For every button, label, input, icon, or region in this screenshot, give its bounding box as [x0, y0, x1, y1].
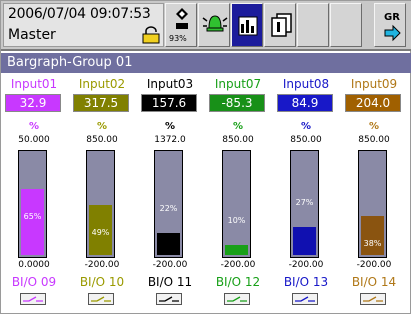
blank-button-2[interactable]	[330, 3, 362, 47]
bar-frame: 49%	[86, 150, 115, 258]
display-mode-icon	[238, 16, 258, 36]
status-bar: 2006/07/04 09:07:53 Master 93% GR	[1, 1, 411, 51]
date-text: 2006/07/04	[8, 6, 86, 22]
bio-label[interactable]: BI/O 14	[343, 275, 405, 289]
bar-frame: 27%	[290, 150, 319, 258]
channel-value: -85.3	[209, 94, 265, 112]
bar-percent: 27%	[295, 198, 314, 207]
bar-percent: 38%	[363, 239, 382, 248]
channel-value: 317.5	[73, 94, 129, 112]
channel-unit: %	[96, 121, 108, 132]
copy-button[interactable]	[264, 3, 296, 47]
relay-switch-icon	[88, 293, 114, 305]
channel-3[interactable]: Input03 157.6% 1372.0 22% -200.00 BI/O 11	[139, 77, 201, 309]
bio-label[interactable]: BI/O 13	[275, 275, 337, 289]
recorder-screen: 2006/07/04 09:07:53 Master 93% GR Bargra…	[0, 0, 411, 314]
bar-percent: 22%	[159, 204, 178, 213]
display-mode-button[interactable]	[231, 3, 263, 47]
channel-name: Input08	[282, 77, 330, 91]
bar-frame: 10%	[222, 150, 251, 258]
channel-name: Input01	[10, 77, 58, 91]
alarm-bell-icon	[202, 15, 228, 32]
scale-top: 850.00	[222, 135, 254, 145]
bar-frame: 22%	[154, 150, 183, 258]
channel-value: 204.0	[345, 94, 401, 112]
relay-switch-icon	[224, 293, 250, 305]
bio-label[interactable]: BI/O 11	[139, 275, 201, 289]
channel-value: 32.9	[5, 94, 61, 112]
scale-bottom: -200.00	[288, 260, 324, 270]
bio-label[interactable]: BI/O 10	[71, 275, 133, 289]
scale-top: 50.000	[18, 135, 50, 145]
scale-bottom: 0.0000	[18, 260, 50, 270]
scale-top: 850.00	[358, 135, 390, 145]
memory-card-icon	[176, 8, 188, 29]
relay-switch-icon	[20, 293, 46, 305]
channel-name: Input03	[146, 77, 194, 91]
datetime-panel: 2006/07/04 09:07:53 Master	[3, 3, 164, 47]
bio-label[interactable]: BI/O 09	[3, 275, 65, 289]
scale-bottom: -200.00	[84, 260, 120, 270]
bar-fill	[293, 227, 316, 255]
channel-value: 157.6	[141, 94, 197, 112]
channel-value: 84.9	[277, 94, 333, 112]
bar-percent: 10%	[227, 216, 246, 225]
bar-fill	[21, 189, 44, 255]
channel-unit: %	[368, 121, 380, 132]
user-name: Master	[8, 27, 56, 43]
relay-switch-icon	[292, 293, 318, 305]
scale-bottom: -200.00	[356, 260, 392, 270]
channel-unit: %	[28, 121, 40, 132]
blank-button-1[interactable]	[297, 3, 329, 47]
bar-fill	[157, 233, 180, 255]
memory-button[interactable]: 93%	[165, 3, 197, 47]
relay-switch-icon	[156, 293, 182, 305]
alarm-button[interactable]	[198, 3, 230, 47]
gr-switch-icon	[384, 24, 401, 42]
bar-fill	[361, 216, 384, 255]
time-text: 09:07:53	[90, 6, 151, 22]
channel-name: Input07	[214, 77, 262, 91]
channel-6[interactable]: Input09 204.0% 850.00 38% -200.00 BI/O 14	[343, 77, 405, 309]
channel-1[interactable]: Input01 32.9% 50.000 65% 0.0000 BI/O 09	[3, 77, 65, 309]
scale-bottom: -200.00	[152, 260, 188, 270]
memory-percent: 93%	[169, 34, 187, 43]
bar-percent: 49%	[91, 228, 110, 237]
bio-label[interactable]: BI/O 12	[207, 275, 269, 289]
channel-name: Input09	[350, 77, 398, 91]
copy-pages-icon	[271, 13, 292, 37]
relay-switch-icon	[360, 293, 386, 305]
bar-frame: 65%	[18, 150, 47, 258]
scale-top: 850.00	[86, 135, 118, 145]
channel-unit: %	[300, 121, 312, 132]
scale-top: 1372.0	[154, 135, 186, 145]
channel-5[interactable]: Input08 84.9% 850.00 27% -200.00 BI/O 13	[275, 77, 337, 309]
channel-4[interactable]: Input07 -85.3% 850.00 10% -200.00 BI/O 12	[207, 77, 269, 309]
group-title: Bargraph-Group 01	[1, 53, 411, 73]
bar-fill	[225, 245, 248, 255]
channel-unit: %	[232, 121, 244, 132]
bar-frame: 38%	[358, 150, 387, 258]
lock-icon	[141, 26, 161, 44]
bar-percent: 65%	[23, 212, 42, 221]
gr-switch-button[interactable]: GR	[374, 3, 406, 47]
channel-2[interactable]: Input02 317.5% 850.00 49% -200.00 BI/O 10	[71, 77, 133, 309]
channel-name: Input02	[78, 77, 126, 91]
scale-bottom: -200.00	[220, 260, 256, 270]
scale-top: 850.00	[290, 135, 322, 145]
channel-unit: %	[164, 121, 176, 132]
